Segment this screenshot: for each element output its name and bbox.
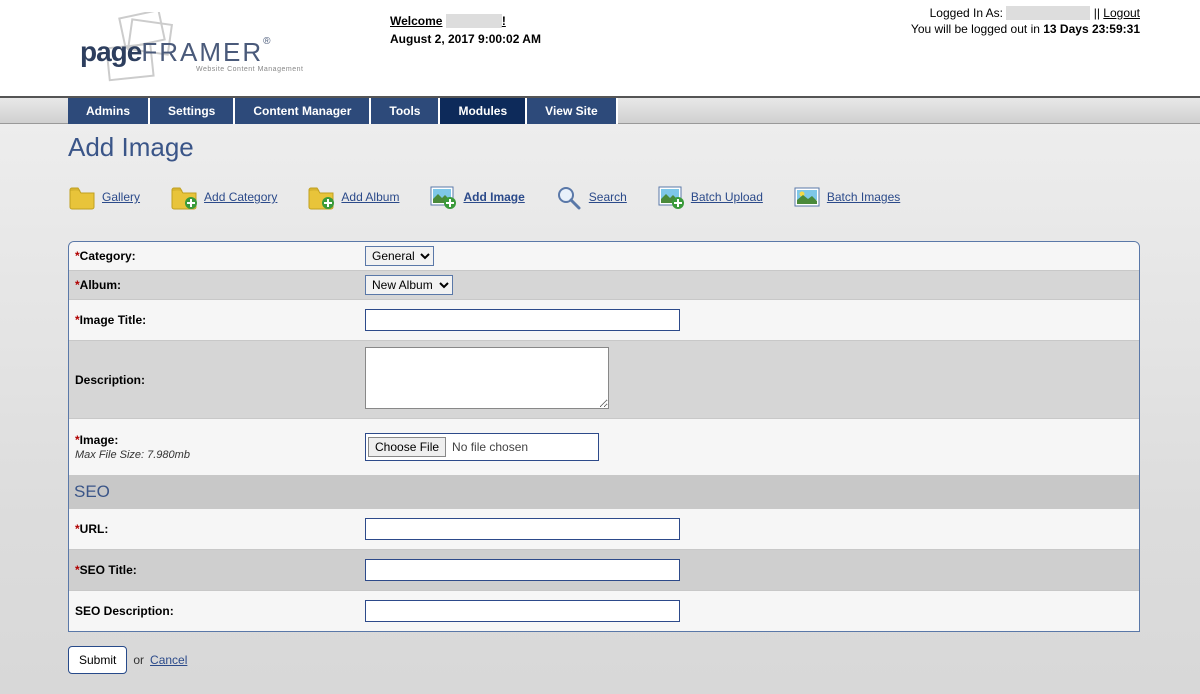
separator: || — [1094, 6, 1100, 20]
add-image-form: *Category: General *Album: New Album *Im… — [68, 241, 1140, 632]
description-textarea[interactable] — [365, 347, 609, 409]
form-actions: Submit or Cancel — [68, 646, 1140, 674]
nav-settings[interactable]: Settings — [150, 98, 235, 124]
tool-add-album[interactable]: Add Album — [307, 183, 399, 211]
logout-countdown: 13 Days 23:59:31 — [1043, 22, 1140, 36]
label-description: Description: — [69, 341, 359, 418]
album-select[interactable]: New Album — [365, 275, 453, 295]
image-landscape-icon — [793, 183, 821, 211]
tool-add-category[interactable]: Add Category — [170, 183, 277, 211]
seo-title-input[interactable] — [365, 559, 680, 581]
row-seo-description: SEO Description: — [69, 591, 1139, 631]
image-add-icon — [657, 183, 685, 211]
file-input[interactable]: Choose File No file chosen — [365, 433, 599, 461]
logo-tagline: Website Content Management — [196, 66, 303, 73]
folder-icon — [68, 183, 96, 211]
folder-add-icon — [307, 183, 335, 211]
submit-button[interactable]: Submit — [68, 646, 127, 674]
logo-part1: page — [80, 36, 141, 67]
or-text: or — [133, 653, 144, 667]
row-image-title: *Image Title: — [69, 300, 1139, 341]
url-input[interactable] — [365, 518, 680, 540]
welcome-exclaim: ! — [502, 14, 506, 28]
row-image-file: *Image: Max File Size: 7.980mb Choose Fi… — [69, 419, 1139, 476]
seo-header: SEO — [69, 476, 1139, 509]
row-category: *Category: General — [69, 242, 1139, 271]
welcome-username-redacted: xxxx — [446, 14, 502, 28]
row-album: *Album: New Album — [69, 271, 1139, 300]
image-hint: Max File Size: 7.980mb — [75, 449, 353, 461]
search-icon — [555, 183, 583, 211]
label-album: *Album: — [69, 271, 359, 299]
row-url: *URL: — [69, 509, 1139, 550]
tool-link-gallery[interactable]: Gallery — [102, 190, 140, 204]
page-title: Add Image — [68, 132, 1140, 163]
file-chosen-text: No file chosen — [452, 440, 528, 454]
seo-description-input[interactable] — [365, 600, 680, 622]
tool-batch-upload[interactable]: Batch Upload — [657, 183, 763, 211]
main-nav: AdminsSettingsContent ManagerToolsModule… — [0, 96, 1200, 124]
logo-text: pageFRAMER® — [80, 36, 271, 68]
image-add-icon — [429, 183, 457, 211]
welcome-line: Welcome xxxx! — [390, 14, 541, 28]
logged-in-label: Logged In As: — [930, 6, 1003, 20]
row-seo-title: *SEO Title: — [69, 550, 1139, 591]
module-toolbar: Gallery Add Category Add Album Add Image Sea… — [68, 183, 1140, 211]
logged-in-username-redacted: xxxxxx — [1006, 6, 1090, 20]
welcome-area: Welcome xxxx! August 2, 2017 9:00:02 AM — [390, 8, 541, 88]
nav-admins[interactable]: Admins — [68, 98, 150, 124]
nav-content-manager[interactable]: Content Manager — [235, 98, 371, 124]
tool-link-batch-upload[interactable]: Batch Upload — [691, 190, 763, 204]
image-title-input[interactable] — [365, 309, 680, 331]
folder-add-icon — [170, 183, 198, 211]
tool-link-add-category[interactable]: Add Category — [204, 190, 277, 204]
logo-part2: FRAMER — [141, 37, 263, 67]
login-status: Logged In As: xxxxxx || Logout You will … — [911, 6, 1140, 36]
label-category: *Category: — [69, 242, 359, 270]
tool-link-search[interactable]: Search — [589, 190, 627, 204]
logout-link[interactable]: Logout — [1103, 6, 1140, 20]
welcome-label: Welcome — [390, 14, 442, 28]
nav-tools[interactable]: Tools — [371, 98, 440, 124]
logo: pageFRAMER® Website Content Management — [80, 8, 320, 88]
header: pageFRAMER® Website Content Management W… — [0, 0, 1200, 96]
tool-add-image[interactable]: Add Image — [429, 183, 524, 211]
header-date: August 2, 2017 9:00:02 AM — [390, 32, 541, 46]
nav-view-site[interactable]: View Site — [527, 98, 617, 124]
label-seo-title: *SEO Title: — [69, 550, 359, 590]
label-seo-description: SEO Description: — [69, 591, 359, 631]
logout-msg-prefix: You will be logged out in — [911, 22, 1043, 36]
tool-link-add-album[interactable]: Add Album — [341, 190, 399, 204]
category-select[interactable]: General — [365, 246, 434, 266]
cancel-link[interactable]: Cancel — [150, 653, 187, 667]
content: Add Image Gallery Add Category Add Album Ad… — [0, 124, 1200, 694]
label-image: *Image: Max File Size: 7.980mb — [69, 419, 359, 475]
nav-modules[interactable]: Modules — [440, 98, 527, 124]
row-description: Description: — [69, 341, 1139, 419]
tool-batch-images[interactable]: Batch Images — [793, 183, 900, 211]
choose-file-button[interactable]: Choose File — [368, 437, 446, 457]
tool-gallery[interactable]: Gallery — [68, 183, 140, 211]
label-url: *URL: — [69, 509, 359, 549]
logo-reg: ® — [263, 36, 270, 47]
tool-link-add-image[interactable]: Add Image — [463, 190, 524, 204]
label-image-title: *Image Title: — [69, 300, 359, 340]
tool-link-batch-images[interactable]: Batch Images — [827, 190, 900, 204]
tool-search[interactable]: Search — [555, 183, 627, 211]
